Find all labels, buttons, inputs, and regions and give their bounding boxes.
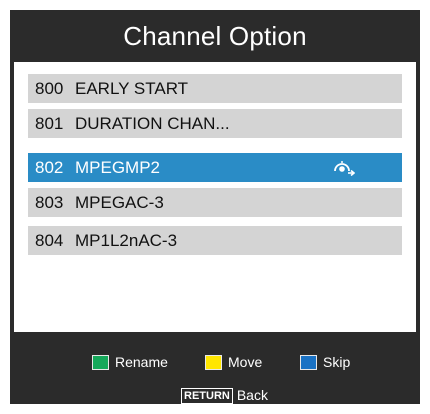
- back-label: Back: [236, 387, 268, 403]
- legend-skip[interactable]: Skip: [300, 353, 350, 371]
- channel-row[interactable]: 800 EARLY START: [28, 74, 402, 103]
- channel-list: 800 EARLY START 801 DURATION CHAN... 802 MP…: [14, 62, 416, 332]
- channel-name: DURATION CHAN...: [75, 114, 230, 133]
- return-key-icon: RETURN: [181, 388, 233, 404]
- green-key-icon: [92, 355, 109, 370]
- channel-row[interactable]: 801 DURATION CHAN...: [28, 109, 402, 138]
- legend-move-label: Move: [228, 354, 263, 370]
- legend-rename-label: Rename: [115, 354, 168, 370]
- legend-move[interactable]: Move: [205, 353, 262, 371]
- channel-number: 802: [35, 158, 64, 177]
- channel-number: 804: [35, 231, 64, 250]
- channel-name: MPEGMP2: [75, 158, 161, 177]
- channel-row[interactable]: 804 MP1L2nAC-3: [28, 226, 402, 255]
- channel-name: EARLY START: [75, 79, 189, 98]
- channel-number: 800: [35, 79, 64, 98]
- skip-icon: [334, 161, 355, 176]
- legend-skip-label: Skip: [323, 354, 351, 370]
- back-hint[interactable]: RETURN Back: [181, 385, 268, 405]
- channel-name: MP1L2nAC-3: [75, 231, 178, 250]
- legend-rename[interactable]: Rename: [92, 353, 168, 371]
- dialog-title: Channel Option: [123, 21, 307, 51]
- channel-row[interactable]: 803 MPEGAC-3: [28, 188, 402, 217]
- channel-number: 801: [35, 114, 64, 133]
- blue-key-icon: [300, 355, 317, 370]
- channel-row-selected[interactable]: 802 MPEGMP2: [28, 153, 402, 182]
- channel-number: 803: [35, 193, 64, 212]
- channel-option-dialog: Channel Option 800 EARLY START 801 DURATIO…: [10, 10, 420, 404]
- channel-name: MPEGAC-3: [75, 193, 164, 212]
- yellow-key-icon: [205, 355, 222, 370]
